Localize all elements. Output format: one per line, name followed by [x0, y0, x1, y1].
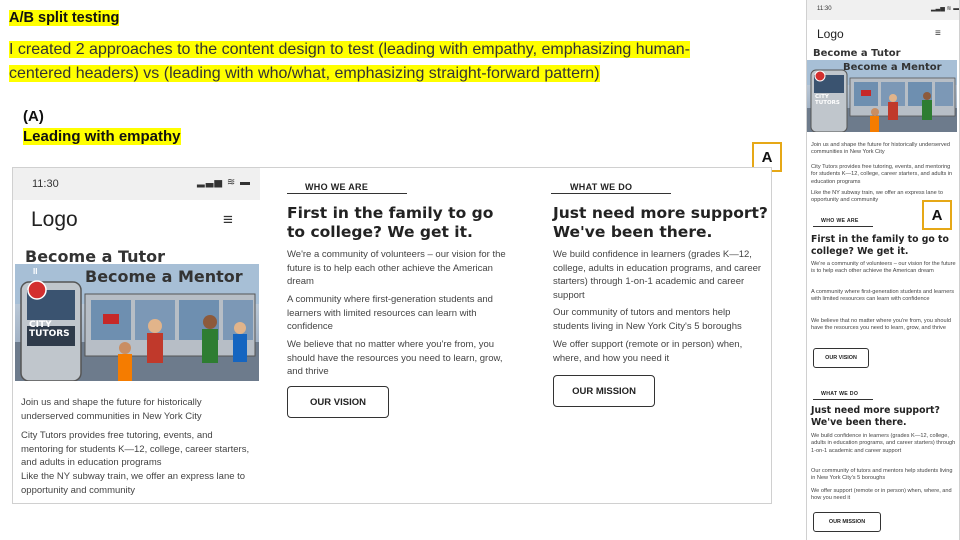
who-paragraph-1: We're a community of volunteers – our vi…	[287, 249, 506, 287]
mobile-our-vision-button[interactable]: OUR VISION	[813, 348, 869, 368]
mobile-status-time: 11:30	[817, 6, 832, 12]
who-paragraph-3: We believe that no matter where you're f…	[287, 339, 503, 377]
mobile-hero-banner: CITY TUTORS Become a Tutor Become a Ment…	[807, 48, 957, 132]
mobile-hero-line-mentor: Become a Mentor	[843, 62, 942, 73]
intro-text: I created 2 approaches to the content de…	[9, 38, 709, 86]
mobile-preview: 11:30 ▂▃▅ ≋ ▬ Logo ≡ CITY TUTORS Become …	[806, 0, 960, 540]
mobile-what-we-do-eyebrow: WHAT WE DO	[821, 391, 859, 397]
status-bar: 11:30 ▂▃▅ ≋ ▬	[13, 168, 260, 200]
mobile-what-paragraph-3: We offer support (remote or in person) w…	[811, 488, 952, 502]
mobile-who-divider	[813, 226, 873, 227]
hamburger-menu-icon[interactable]: ≡	[223, 210, 233, 230]
intro-highlighted-text: I created 2 approaches to the content de…	[9, 41, 690, 82]
logo[interactable]: Logo	[31, 208, 78, 232]
subway-emblem: II	[33, 267, 38, 276]
mobile-logo[interactable]: Logo	[817, 27, 844, 41]
variant-name: Leading with empathy	[23, 128, 181, 145]
what-paragraph-3: We offer support (remote or in person) w…	[553, 339, 743, 364]
city-tutors-sign: CITY TUTORS	[29, 320, 70, 339]
mobile-who-heading: First in the family to go to college? We…	[811, 234, 949, 257]
hero-line-tutor: Become a Tutor	[25, 247, 166, 266]
variant-letter: (A)	[23, 108, 44, 125]
intro-paragraph-1: Join us and shape the future for histori…	[21, 397, 202, 422]
mobile-hamburger-menu-icon[interactable]: ≡	[935, 28, 941, 39]
slide-title-text: A/B split testing	[9, 10, 120, 26]
mobile-city-tutors-sign: CITY TUTORS	[815, 94, 840, 106]
who-paragraph-2: A community where first-generation stude…	[287, 294, 493, 332]
what-we-do-eyebrow: WHAT WE DO	[570, 182, 633, 192]
mobile-who-paragraph-2: A community where first-generation stude…	[811, 289, 955, 303]
our-mission-button[interactable]: OUR MISSION	[553, 375, 655, 407]
slide-title: A/B split testing	[9, 10, 120, 26]
what-paragraph-1: We build confidence in learners (grades …	[553, 249, 762, 301]
our-vision-button[interactable]: OUR VISION	[287, 386, 389, 418]
mobile-our-mission-button[interactable]: OUR MISSION	[813, 512, 881, 532]
mobile-what-paragraph-2: Our community of tutors and mentors help…	[811, 468, 953, 482]
who-we-are-eyebrow: WHO WE ARE	[305, 182, 369, 192]
intro-paragraph-3: Like the NY subway train, we offer an ex…	[21, 471, 246, 496]
who-heading: First in the family to go to college? We…	[287, 204, 494, 241]
mobile-hero-line-tutor: Become a Tutor	[813, 48, 901, 59]
hero-line-mentor: Become a Mentor	[85, 267, 243, 286]
desktop-mockup: 11:30 ▂▃▅ ≋ ▬ Logo ≡ CITY TUTORS II Beco…	[12, 167, 772, 504]
intro-paragraph-2: City Tutors provides free tutoring, even…	[21, 430, 250, 468]
mobile-status-bar: 11:30 ▂▃▅ ≋ ▬	[807, 0, 960, 20]
mobile-what-paragraph-1: We build confidence in learners (grades …	[811, 433, 956, 454]
who-divider	[287, 193, 407, 194]
what-paragraph-2: Our community of tutors and mentors help…	[553, 307, 742, 332]
what-heading: Just need more support? We've been there…	[553, 204, 768, 241]
signal-wifi-battery-icon: ▂▃▅ ≋ ▬	[197, 177, 252, 188]
variant-name-text: Leading with empathy	[23, 128, 181, 145]
what-divider	[551, 193, 671, 194]
status-time: 11:30	[32, 178, 59, 190]
variant-badge-mobile: A	[922, 200, 952, 230]
mobile-who-paragraph-3: We believe that no matter where you're f…	[811, 318, 951, 332]
mobile-signal-wifi-battery-icon: ▂▃▅ ≋ ▬	[931, 6, 960, 12]
mobile-what-divider	[813, 399, 873, 400]
hero-banner: CITY TUTORS II Become a Tutor Become a M…	[15, 246, 259, 381]
mobile-intro-paragraph-2: City Tutors provides free tutoring, even…	[811, 164, 953, 185]
mobile-what-heading: Just need more support? We've been there…	[811, 405, 940, 428]
mobile-who-paragraph-1: We're a community of volunteers – our vi…	[811, 261, 956, 275]
mobile-intro-paragraph-1: Join us and shape the future for histori…	[811, 142, 950, 156]
mobile-who-we-are-eyebrow: WHO WE ARE	[821, 218, 859, 224]
